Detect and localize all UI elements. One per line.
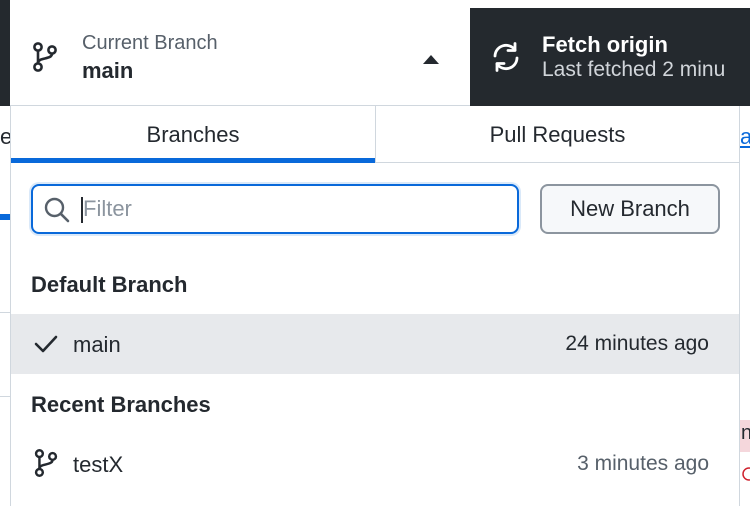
background-toolbar-edge: [0, 0, 10, 106]
branch-list-item[interactable]: main 24 minutes ago: [11, 314, 739, 374]
background-text-fragment: n: [741, 422, 750, 444]
current-branch-name: main: [82, 58, 134, 83]
check-icon: [34, 335, 58, 353]
tab-label: Pull Requests: [489, 122, 626, 147]
branch-tabs: Branches Pull Requests: [11, 106, 739, 163]
branch-dropdown: Branches Pull Requests New Branch Defaul…: [10, 106, 740, 506]
tab-branches[interactable]: Branches: [11, 106, 375, 163]
fetch-origin-title: Fetch origin: [542, 32, 668, 57]
new-branch-button[interactable]: New Branch: [540, 184, 720, 234]
branch-filter-field[interactable]: [31, 184, 519, 234]
last-fetched-status: Last fetched 2 minu: [542, 58, 726, 81]
branch-updated-time: 3 minutes ago: [577, 452, 709, 475]
tab-pull-requests[interactable]: Pull Requests: [376, 106, 739, 162]
branch-filter-input[interactable]: [83, 192, 503, 226]
background-accent-bar: [0, 214, 10, 220]
branch-list-item[interactable]: testX 3 minutes ago: [11, 434, 739, 494]
background-left-edge: [0, 106, 10, 506]
caret-up-icon: [423, 55, 439, 64]
search-icon: [44, 197, 70, 223]
background-divider: [0, 312, 10, 313]
background-link-fragment[interactable]: a: [740, 124, 750, 150]
background-divider: [0, 396, 10, 397]
sync-icon: [493, 42, 519, 72]
branch-name: testX: [73, 452, 124, 477]
selected-tab-indicator: [11, 158, 375, 163]
branch-icon: [33, 42, 57, 72]
recent-branches-header: Recent Branches: [31, 392, 211, 417]
fetch-origin-button[interactable]: Fetch origin Last fetched 2 minu: [470, 8, 750, 106]
branch-name: main: [73, 332, 121, 357]
current-branch-button[interactable]: Current Branch main: [10, 8, 470, 106]
default-branch-header: Default Branch: [31, 272, 188, 297]
current-branch-label: Current Branch: [82, 32, 218, 54]
branch-icon: [34, 449, 58, 477]
background-warning-icon: [740, 462, 750, 482]
branch-updated-time: 24 minutes ago: [565, 332, 709, 355]
tab-label: Branches: [146, 122, 240, 147]
